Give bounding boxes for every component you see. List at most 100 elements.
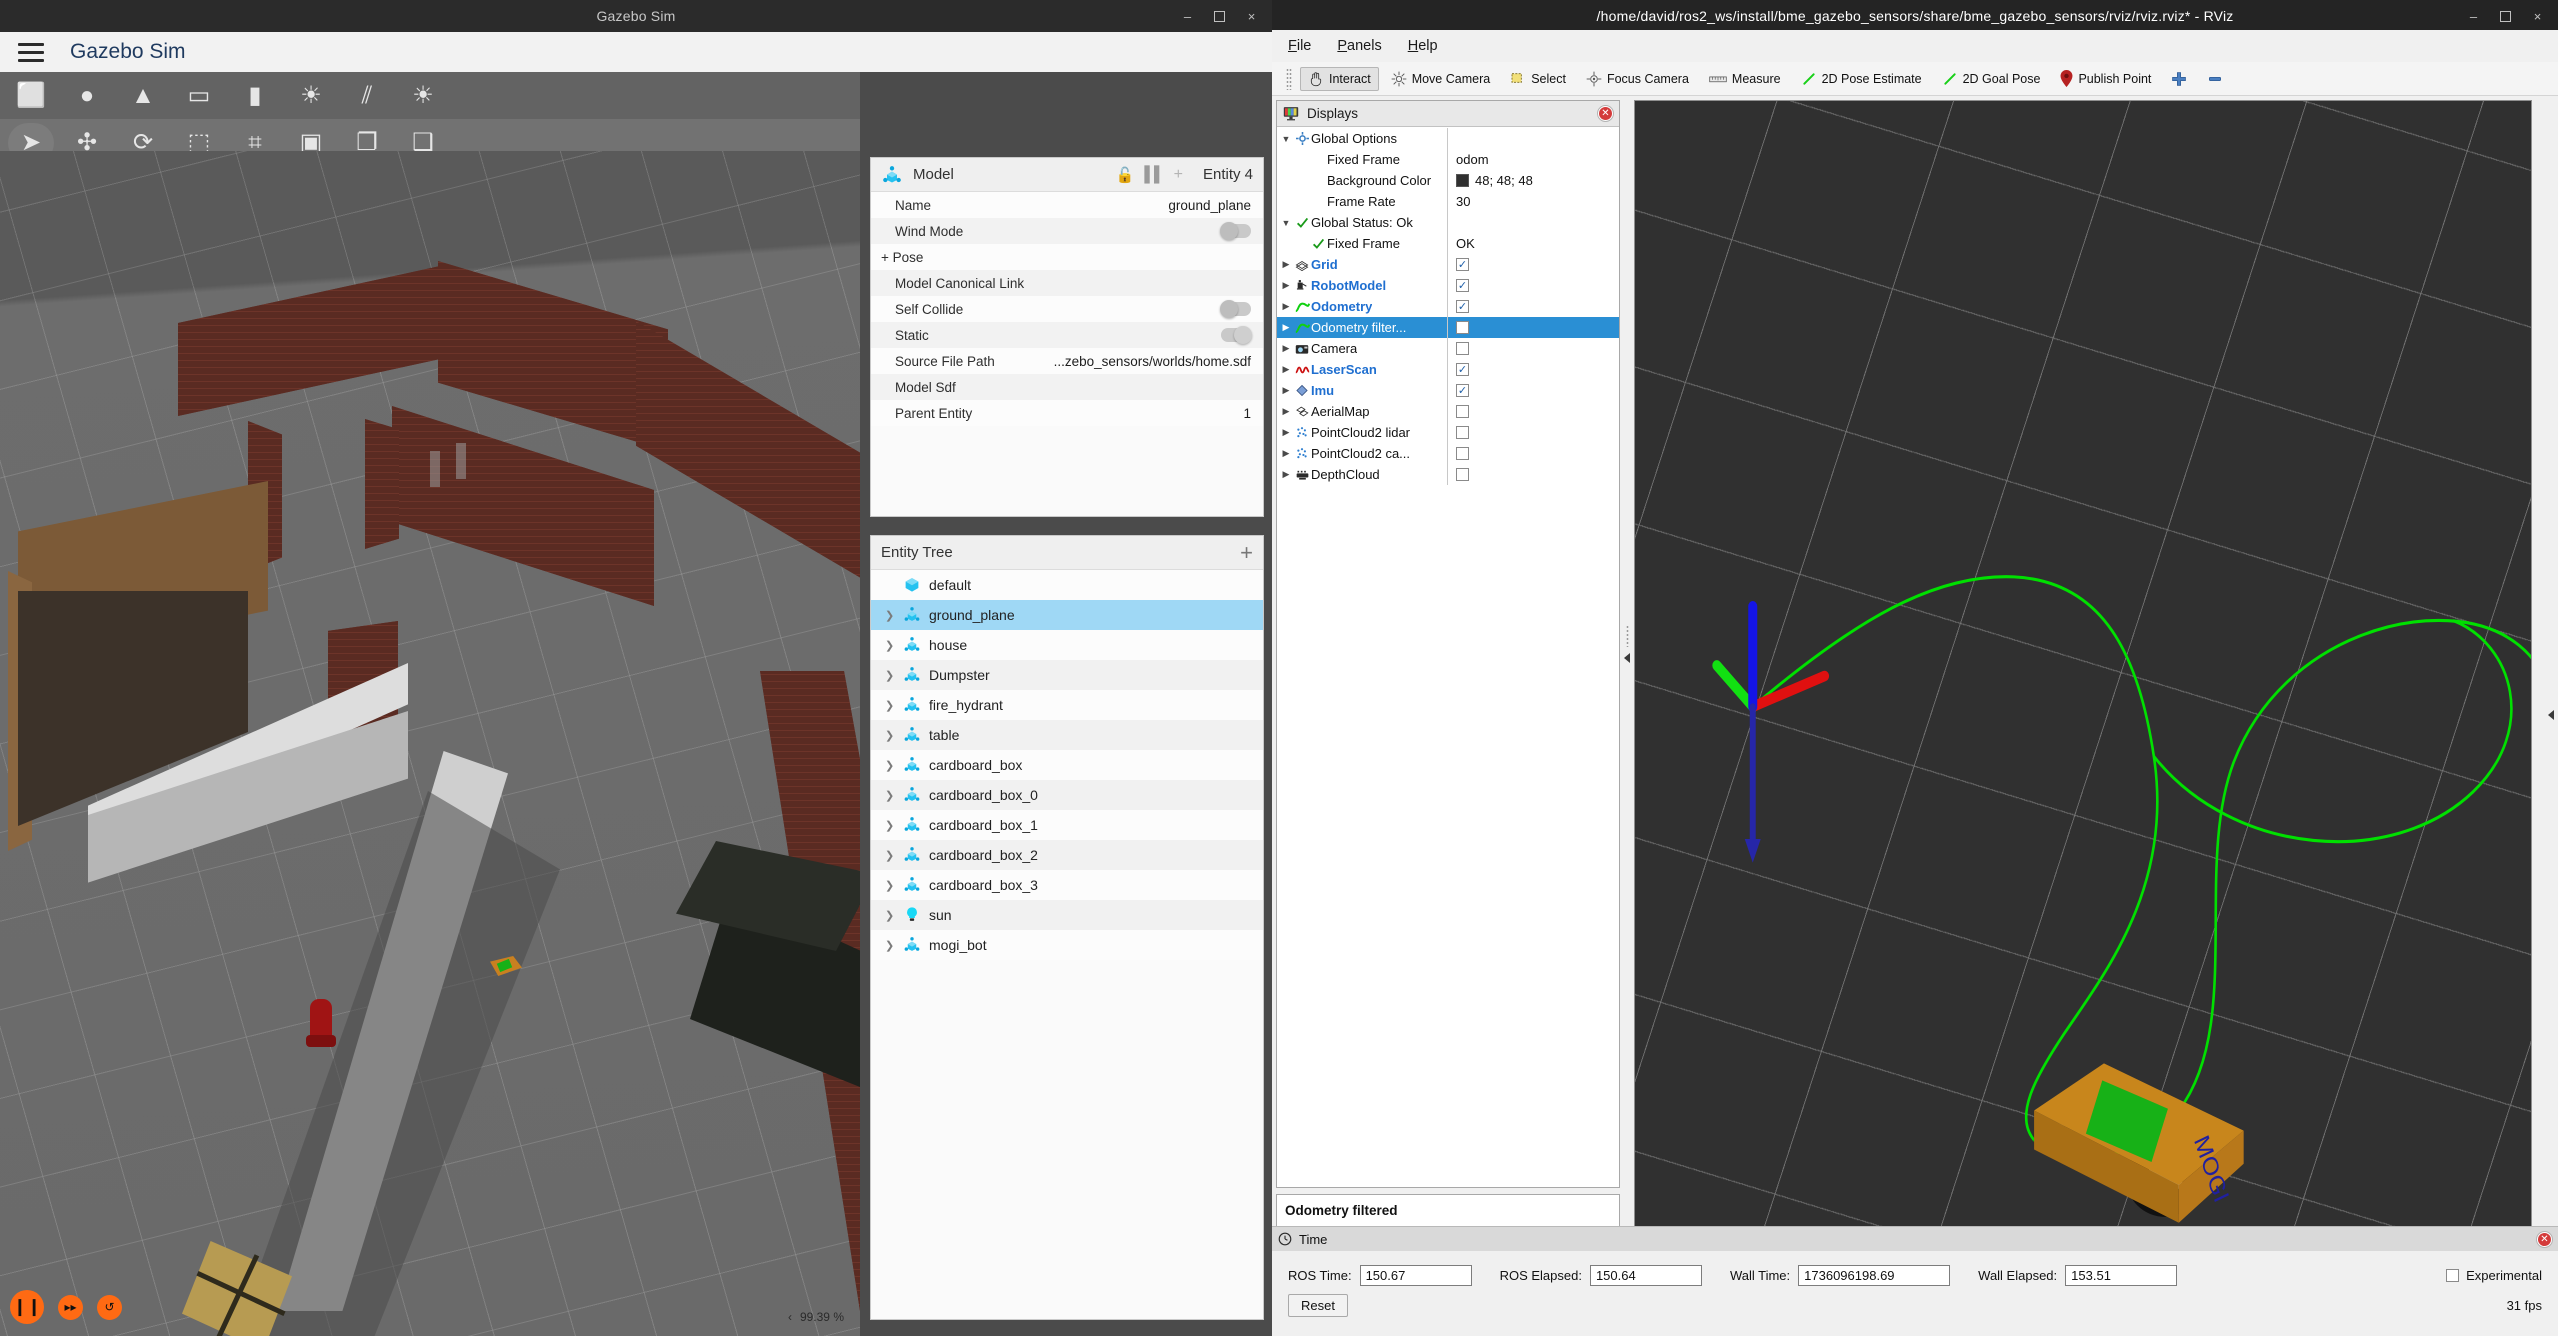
display-item-value-cell[interactable]: ✓ [1447, 254, 1619, 275]
display-enabled-checkbox[interactable] [1456, 405, 1469, 418]
model-property-row[interactable]: Wind Mode [871, 218, 1263, 244]
display-item-value-cell[interactable]: ✓ [1447, 380, 1619, 401]
entity-tree-item-fire_hydrant[interactable]: ❯ fire_hydrant [871, 690, 1263, 720]
display-enabled-checkbox[interactable]: ✓ [1456, 300, 1469, 313]
chevron-right-icon[interactable]: ❯ [885, 729, 895, 742]
display-item-robotmodel[interactable]: ▶ RobotModel ✓ [1277, 275, 1619, 296]
gazebo-minimize-button[interactable]: – [1181, 10, 1194, 23]
property-toggle[interactable] [1220, 300, 1251, 318]
chevron-right-icon[interactable]: ❯ [885, 879, 895, 892]
cone-tool[interactable]: ▲ [120, 76, 166, 116]
box-tool[interactable]: ⬜ [8, 76, 54, 116]
close-icon[interactable]: ✕ [2537, 1231, 2552, 1247]
chevron-right-icon[interactable]: ❯ [885, 759, 895, 772]
display-item-depthcloud[interactable]: ▶ DepthCloud [1277, 464, 1619, 485]
entity-tree-item-cardboard_box[interactable]: ❯ cardboard_box [871, 750, 1263, 780]
display-item-background-color[interactable]: Background Color 48; 48; 48 [1277, 170, 1619, 191]
toolbar-move-camera-button[interactable]: Move Camera [1383, 67, 1499, 91]
display-item-value-cell[interactable]: 48; 48; 48 [1447, 170, 1619, 191]
viewport-right-splitter[interactable] [2546, 100, 2556, 1330]
gazebo-close-button[interactable]: × [1245, 10, 1258, 23]
display-item-fixed-frame[interactable]: Fixed Frame odom [1277, 149, 1619, 170]
display-enabled-checkbox[interactable]: ✓ [1456, 258, 1469, 271]
toolbar-grip-handle[interactable] [1286, 67, 1292, 90]
chevron-right-icon[interactable]: ▶ [1279, 259, 1293, 270]
model-property-row[interactable]: Model Sdf [871, 374, 1263, 400]
toolbar-focus-camera-button[interactable]: Focus Camera [1578, 67, 1697, 91]
chevron-right-icon[interactable]: ▶ [1279, 448, 1293, 459]
chevron-right-icon[interactable]: ❯ [885, 639, 895, 652]
display-item-fixed-frame[interactable]: Fixed Frame OK [1277, 233, 1619, 254]
chevron-right-icon[interactable]: ❯ [885, 939, 895, 952]
chevron-right-icon[interactable]: ▶ [1279, 427, 1293, 438]
display-item-aerialmap[interactable]: ▶ AerialMap [1277, 401, 1619, 422]
model-property-row[interactable]: + Pose [871, 244, 1263, 270]
display-item-value-cell[interactable] [1447, 212, 1619, 233]
capsule-tool[interactable]: ▮ [232, 76, 278, 116]
entity-tree-item-ground_plane[interactable]: ❯ ground_plane [871, 600, 1263, 630]
spot-light-tool[interactable]: ☀ [400, 76, 446, 116]
entity-tree-item-house[interactable]: ❯ house [871, 630, 1263, 660]
sphere-tool[interactable]: ● [64, 76, 110, 116]
display-item-value-cell[interactable] [1447, 338, 1619, 359]
display-item-value-cell[interactable]: ✓ [1447, 359, 1619, 380]
model-property-row[interactable]: Self Collide [871, 296, 1263, 322]
display-enabled-checkbox[interactable]: ✓ [1456, 384, 1469, 397]
chevron-right-icon[interactable]: ❯ [885, 699, 895, 712]
display-item-laserscan[interactable]: ▶ LaserScan ✓ [1277, 359, 1619, 380]
chevron-right-icon[interactable]: ▶ [1279, 469, 1293, 480]
chevron-right-icon[interactable]: ▶ [1279, 364, 1293, 375]
entity-tree-item-mogi_bot[interactable]: ❯ mogi_bot [871, 930, 1263, 960]
display-item-pointcloud2-lidar[interactable]: ▶ PointCloud2 lidar [1277, 422, 1619, 443]
toolbar-interact-button[interactable]: Interact [1300, 66, 1379, 91]
displays-splitter[interactable] [1622, 100, 1632, 1188]
entity-tree-item-cardboard_box_2[interactable]: ❯ cardboard_box_2 [871, 840, 1263, 870]
plus-icon[interactable]: + [1240, 541, 1253, 564]
toolbar-publish-point-button[interactable]: Publish Point [2052, 66, 2159, 91]
rviz-close-button[interactable]: × [2531, 10, 2544, 23]
menu-panels[interactable]: Panels [1337, 38, 1381, 54]
chevron-right-icon[interactable]: ▶ [1279, 301, 1293, 312]
display-item-value-cell[interactable]: ✓ [1447, 275, 1619, 296]
chevron-right-icon[interactable]: ▶ [1279, 385, 1293, 396]
pause-button[interactable]: ❙❙ [10, 1290, 44, 1324]
wall-elapsed-field[interactable] [2065, 1265, 2178, 1286]
chevron-right-icon[interactable]: ❯ [885, 819, 895, 832]
toolbar-2d-pose-estimate-button[interactable]: 2D Pose Estimate [1793, 67, 1930, 91]
point-light-tool[interactable]: ☀ [288, 76, 334, 116]
display-item-value-cell[interactable]: 30 [1447, 191, 1619, 212]
display-item-value-cell[interactable]: OK [1447, 233, 1619, 254]
background-color-swatch[interactable] [1456, 174, 1469, 187]
property-toggle[interactable] [1220, 222, 1251, 240]
display-item-grid[interactable]: ▶ Grid ✓ [1277, 254, 1619, 275]
cylinder-tool[interactable]: ▭ [176, 76, 222, 116]
display-item-value-cell[interactable] [1447, 128, 1619, 149]
wall-time-field[interactable] [1798, 1265, 1951, 1286]
model-property-row[interactable]: Parent Entity 1 [871, 400, 1263, 426]
rviz-minimize-button[interactable]: – [2467, 10, 2480, 23]
display-item-odometry-filter[interactable]: ▶ Odometry filter... [1277, 317, 1619, 338]
entity-tree-item-cardboard_box_1[interactable]: ❯ cardboard_box_1 [871, 810, 1263, 840]
hamburger-icon[interactable] [18, 42, 44, 62]
splitter-grip[interactable] [1625, 625, 1629, 647]
display-enabled-checkbox[interactable] [1456, 342, 1469, 355]
display-enabled-checkbox[interactable] [1456, 447, 1469, 460]
property-toggle[interactable] [1221, 326, 1252, 344]
minus-button[interactable] [2199, 67, 2231, 91]
display-item-value-cell[interactable] [1447, 464, 1619, 485]
rtf-chevron-icon[interactable]: ‹ [788, 1310, 792, 1324]
display-enabled-checkbox[interactable] [1456, 468, 1469, 481]
lock-icon[interactable]: 🔓 [1116, 166, 1135, 184]
display-item-value-cell[interactable] [1447, 317, 1619, 338]
step-button[interactable]: ▸▸ [58, 1294, 83, 1320]
chevron-right-icon[interactable]: ▶ [1279, 322, 1293, 333]
ros-time-field[interactable] [1359, 1265, 1472, 1286]
display-item-value-cell[interactable] [1447, 443, 1619, 464]
menu-help[interactable]: Help [1408, 38, 1438, 54]
display-item-odometry[interactable]: ▶ Odometry ✓ [1277, 296, 1619, 317]
chevron-right-icon[interactable]: ▶ [1279, 343, 1293, 354]
chevron-right-icon[interactable]: ❯ [885, 669, 895, 682]
chevron-right-icon[interactable]: ▶ [1279, 280, 1293, 291]
model-property-row[interactable]: Static [871, 322, 1263, 348]
pause-icon[interactable]: ▌▌ [1144, 166, 1164, 183]
